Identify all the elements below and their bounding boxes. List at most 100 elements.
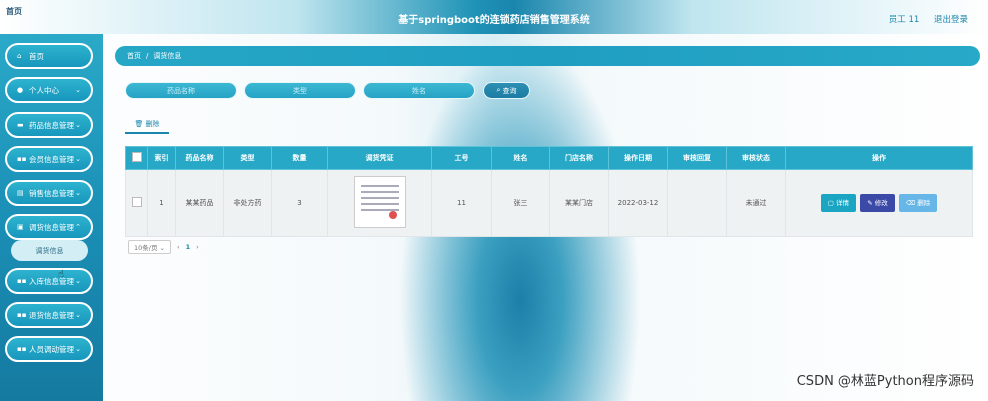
table-header: 审核状态 xyxy=(726,146,786,170)
sidebar-subitem-transfer[interactable]: 调货信息 xyxy=(11,240,88,261)
logout-link[interactable]: 退出登录 xyxy=(934,15,968,25)
row-select-cell[interactable] xyxy=(125,169,148,237)
table-header: 操作 xyxy=(785,146,973,170)
table-header: 操作日期 xyxy=(608,146,668,170)
detail-button[interactable]: ▢ 详情 xyxy=(820,194,856,212)
sidebar-item-label: 药品信息管理 xyxy=(29,120,74,130)
user-area: 员工 11 退出登录 xyxy=(877,13,968,25)
sidebar-item-stock-in[interactable]: ▪▪ 入库信息管理 ⌄ xyxy=(5,268,93,294)
page-number-current[interactable]: 1 xyxy=(186,243,191,251)
pagination: 10条/页 ⌄ ‹ 1 › xyxy=(128,239,199,254)
sidebar-item-label: 个人中心 xyxy=(29,85,59,95)
cell-employee-no: 11 xyxy=(431,169,492,237)
app-title: 基于springboot的连锁药店销售管理系统 xyxy=(398,15,590,26)
header-select-all[interactable] xyxy=(125,146,148,170)
cell-index: 1 xyxy=(147,169,176,237)
pill-icon: ▬ xyxy=(17,121,24,129)
table-header: 门店名称 xyxy=(549,146,609,170)
cell-type: 非处方药 xyxy=(223,169,272,237)
chevron-down-icon: ⌄ xyxy=(75,311,81,319)
cell-quantity: 3 xyxy=(271,169,328,237)
breadcrumb: 首页 / 调货信息 xyxy=(115,46,980,66)
chevron-up-icon: ⌃ xyxy=(75,223,81,231)
table-header: 药品名称 xyxy=(175,146,224,170)
sidebar-item-transfer-info[interactable]: ▣ 调货信息管理 ⌃ xyxy=(5,214,93,240)
breadcrumb-current: 调货信息 xyxy=(153,52,182,60)
grid-icon: ▪▪ xyxy=(17,277,27,285)
delete-button[interactable]: ⌫ 删除 xyxy=(898,194,938,212)
sidebar-item-drug-info[interactable]: ▬ 药品信息管理 ⌄ xyxy=(5,112,93,138)
sidebar-item-returns[interactable]: ▪▪ 退货信息管理 ⌄ xyxy=(5,302,93,328)
grid-icon: ▪▪ xyxy=(17,345,27,353)
cell-status: 未通过 xyxy=(726,169,786,237)
home-icon: ⌂ xyxy=(17,52,22,60)
page-size-select[interactable]: 10条/页 ⌄ xyxy=(128,239,171,254)
sidebar-item-home[interactable]: ⌂ 首页 xyxy=(5,43,93,69)
table-header: 姓名 xyxy=(491,146,550,170)
table-header: 索引 xyxy=(147,146,176,170)
trash-icon: 🗑 xyxy=(134,120,144,128)
cell-actions: ▢ 详情 ✎ 修改 ⌫ 删除 xyxy=(785,169,973,237)
sidebar-item-label: 销售信息管理 xyxy=(29,188,74,198)
cell-voucher[interactable] xyxy=(327,169,432,237)
type-search-input[interactable]: 类型 xyxy=(244,82,356,99)
next-page-button[interactable]: › xyxy=(196,243,199,251)
select-all-checkbox[interactable] xyxy=(131,152,142,162)
trash-icon: ⌫ xyxy=(905,199,918,207)
sidebar-item-member-info[interactable]: ▪▪ 会员信息管理 ⌄ xyxy=(5,146,93,172)
sidebar-item-profile[interactable]: ● 个人中心 ⌄ xyxy=(5,77,93,103)
chevron-down-icon: ⌄ xyxy=(75,86,81,94)
mouse-cursor-icon: ☝ xyxy=(58,269,65,280)
table-header: 类型 xyxy=(223,146,272,170)
row-checkbox[interactable] xyxy=(131,197,142,207)
sidebar-item-label: 会员信息管理 xyxy=(29,154,74,164)
grid-icon: ▪▪ xyxy=(17,311,27,319)
table-header: 审核回复 xyxy=(667,146,727,170)
search-button-label: 查询 xyxy=(502,86,517,95)
chevron-down-icon: ⌄ xyxy=(75,121,81,129)
user-name-link[interactable]: 员工 11 xyxy=(889,15,920,25)
cell-drug-name: 某某药品 xyxy=(175,169,224,237)
sidebar-item-label: 调货信息管理 xyxy=(29,222,74,232)
chevron-down-icon: ⌄ xyxy=(75,189,81,197)
batch-delete-button[interactable]: 🗑 删除 xyxy=(125,116,169,134)
breadcrumb-separator: / xyxy=(146,52,149,60)
prev-page-button[interactable]: ‹ xyxy=(177,243,180,251)
cell-name: 张三 xyxy=(491,169,550,237)
chevron-down-icon: ⌄ xyxy=(159,243,165,252)
sidebar-item-label: 退货信息管理 xyxy=(29,310,74,320)
table-header: 数量 xyxy=(271,146,328,170)
edit-button[interactable]: ✎ 修改 xyxy=(860,194,895,212)
sidebar-item-label: 入库信息管理 xyxy=(29,276,74,286)
transfer-table: 索引 药品名称 类型 数量 调货凭证 工号 姓名 门店名称 操作日期 审核回复 … xyxy=(125,146,973,237)
search-icon: ⌕ xyxy=(496,86,501,94)
table-header: 调货凭证 xyxy=(327,146,432,170)
chevron-down-icon: ⌄ xyxy=(75,277,81,285)
lock-icon: ▣ xyxy=(17,223,24,231)
sidebar-item-sales-info[interactable]: ▤ 销售信息管理 ⌄ xyxy=(5,180,93,206)
breadcrumb-home[interactable]: 首页 xyxy=(127,51,141,61)
chevron-down-icon: ⌄ xyxy=(75,345,81,353)
sidebar-item-label: 首页 xyxy=(29,51,44,61)
cart-icon: ▤ xyxy=(17,189,24,197)
cell-reply xyxy=(667,169,727,237)
edit-icon: ✎ xyxy=(867,199,875,207)
batch-delete-label: 删除 xyxy=(145,120,160,128)
sidebar-item-label: 人员调动管理 xyxy=(29,344,74,354)
sidebar-item-staff-transfer[interactable]: ▪▪ 人员调动管理 ⌄ xyxy=(5,336,93,362)
watermark-text: CSDN @林蓝Python程序源码 xyxy=(796,374,974,389)
user-icon: ● xyxy=(17,86,24,94)
top-header: 首页 基于springboot的连锁药店销售管理系统 员工 11 退出登录 xyxy=(0,0,988,34)
chevron-down-icon: ⌄ xyxy=(75,155,81,163)
table-header-row: 索引 药品名称 类型 数量 调货凭证 工号 姓名 门店名称 操作日期 审核回复 … xyxy=(125,146,973,170)
search-button[interactable]: ⌕ 查询 xyxy=(483,82,530,99)
cell-date: 2022-03-12 xyxy=(608,169,668,237)
table-row: 1 某某药品 非处方药 3 11 张三 某某门店 2022-03-12 未通过 xyxy=(125,169,973,237)
voucher-image-thumbnail[interactable] xyxy=(353,176,406,228)
detail-icon: ▢ xyxy=(827,199,836,207)
name-search-input[interactable]: 姓名 xyxy=(363,82,475,99)
cell-store: 某某门店 xyxy=(549,169,609,237)
drug-name-search-input[interactable]: 药品名称 xyxy=(125,82,237,99)
table-header: 工号 xyxy=(431,146,492,170)
grid-icon: ▪▪ xyxy=(17,155,27,163)
